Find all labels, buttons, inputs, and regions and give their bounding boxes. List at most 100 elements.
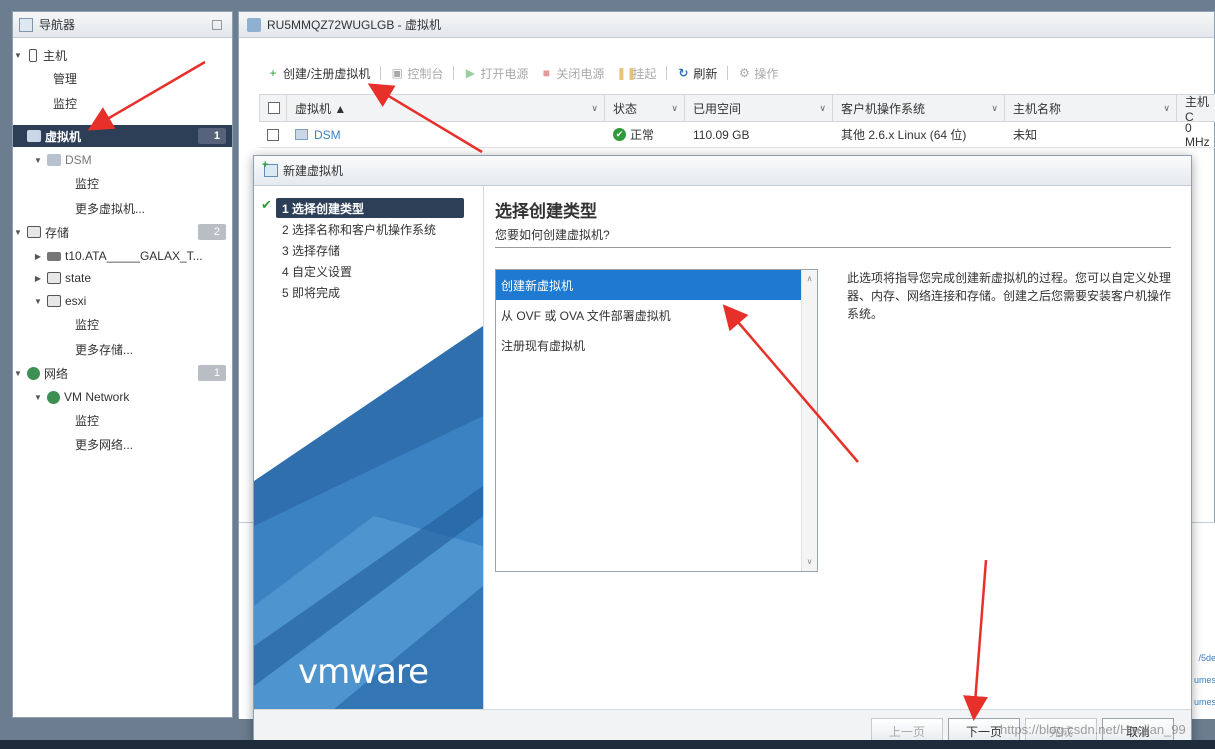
collapse-icon[interactable] <box>212 20 222 30</box>
new-vm-dialog: 新建虚拟机 ✔ 1 选择创建类型 2 选择名称和客户机操作系统 3 选择存储 4… <box>253 155 1192 749</box>
nav-item-vm-network[interactable]: ▼ VM Network <box>13 386 232 408</box>
nav-item-label: 更多网络... <box>75 437 134 452</box>
wizard-step-4[interactable]: 4 自定义设置 <box>276 261 464 281</box>
chevron-down-icon[interactable]: ∨ <box>591 103 598 114</box>
nav-item-state[interactable]: ▶ state <box>13 267 232 289</box>
storage-icon <box>27 226 41 238</box>
table-cell: 其他 2.6.x Linux (64 位) <box>833 122 1005 148</box>
toolbar-label: 关闭电源 <box>556 66 605 81</box>
chevron-down-icon[interactable]: ∨ <box>991 103 998 114</box>
nav-item-more-vms[interactable]: 更多虚拟机... <box>13 197 232 219</box>
nav-item-host[interactable]: ▼ 主机 <box>13 44 232 66</box>
wizard-content: 选择创建类型 您要如何创建虚拟机? 创建新虚拟机 从 OVF 或 OVA 文件部… <box>483 186 1191 709</box>
nav-item-more-networks[interactable]: 更多网络... <box>13 433 232 455</box>
nav-item-dsm-monitor[interactable]: 监控 <box>13 172 232 194</box>
nav-item-label: t10.ATA_____GALAX_T... <box>65 249 203 263</box>
wizard-step-2[interactable]: 2 选择名称和客户机操作系统 <box>276 219 464 239</box>
column-label: 主机 C <box>1185 94 1210 124</box>
nav-item-esxi[interactable]: ▼ esxi <box>13 290 232 312</box>
power-on-button[interactable]: ▶ 打开电源 <box>458 65 534 82</box>
table-cell: 0 MHz <box>1177 122 1215 148</box>
nav-item-label: 更多存储... <box>75 342 134 357</box>
used-space: 110.09 GB <box>693 127 750 142</box>
nav-item-host-manage[interactable]: 管理 <box>13 67 232 89</box>
table-cell: 110.09 GB <box>685 122 833 148</box>
nav-item-label: 监控 <box>53 96 78 111</box>
expand-arrow-icon[interactable]: ▼ <box>33 156 43 165</box>
step-label: 3 选择存储 <box>282 243 341 258</box>
power-off-button[interactable]: ■ 关闭电源 <box>534 65 610 82</box>
expand-arrow-icon[interactable]: ▼ <box>13 369 23 378</box>
option-register-existing[interactable]: 注册现有虚拟机 <box>496 330 801 360</box>
row-checkbox-cell <box>259 122 287 148</box>
column-header[interactable]: 客户机操作系统 ∨ <box>833 94 1005 122</box>
nav-item-label: 虚拟机 <box>45 129 82 144</box>
chevron-down-icon[interactable]: ∨ <box>819 103 826 114</box>
toolbar-label: 操作 <box>754 66 779 81</box>
option-label: 从 OVF 或 OVA 文件部署虚拟机 <box>501 308 671 323</box>
nav-item-label: 更多虚拟机... <box>75 201 146 216</box>
hostname: 未知 <box>1013 128 1038 142</box>
status-text: 正常 <box>630 128 655 142</box>
table-cell: DSM <box>287 122 605 148</box>
nav-item-label: state <box>65 271 92 285</box>
gear-icon: ⚙ <box>739 66 750 80</box>
page-title: RU5MMQZ72WUGLGB - 虚拟机 <box>267 18 442 32</box>
console-button[interactable]: ▣ 控制台 <box>385 65 449 82</box>
scroll-up-icon[interactable]: ∧ <box>802 272 817 286</box>
list-scrollbar[interactable]: ∧ ∨ <box>801 270 817 571</box>
option-create-new-vm[interactable]: 创建新虚拟机 <box>496 270 801 300</box>
column-header[interactable]: 状态 ∨ <box>605 94 685 122</box>
expand-arrow-icon[interactable]: ▶ <box>33 274 43 283</box>
wizard-step-3[interactable]: 3 选择存储 <box>276 240 464 260</box>
navigator-header: 导航器 <box>13 12 232 38</box>
nav-item-vms[interactable]: 虚拟机 1 <box>13 125 232 147</box>
nav-item-dsm[interactable]: ▼ DSM <box>13 149 232 171</box>
suspend-button[interactable]: ❚❚ 挂起 <box>610 65 662 82</box>
chevron-down-icon[interactable]: ∨ <box>671 103 678 114</box>
toolbar-label: 控制台 <box>407 66 444 81</box>
column-header[interactable]: 已用空间 ∨ <box>685 94 833 122</box>
column-header[interactable]: 虚拟机 ▲ ∨ <box>287 94 605 122</box>
option-description: 此选项将指导您完成创建新虚拟机的过程。您可以自定义处理器、内存、网络连接和存储。… <box>847 271 1172 321</box>
count-badge: 1 <box>198 365 226 381</box>
option-deploy-ovf[interactable]: 从 OVF 或 OVA 文件部署虚拟机 <box>496 300 801 330</box>
wizard-step-1[interactable]: 1 选择创建类型 <box>276 198 464 218</box>
nav-item-more-storage[interactable]: 更多存储... <box>13 338 232 360</box>
expand-arrow-icon[interactable]: ▶ <box>33 252 43 261</box>
create-register-vm-button[interactable]: + 创建/注册虚拟机 <box>261 65 376 82</box>
creation-type-list[interactable]: 创建新虚拟机 从 OVF 或 OVA 文件部署虚拟机 注册现有虚拟机 ∧ ∨ <box>495 269 818 572</box>
toolbar-label: 创建/注册虚拟机 <box>283 66 371 81</box>
scroll-down-icon[interactable]: ∨ <box>802 555 817 569</box>
wizard-step-5[interactable]: 5 即将完成 <box>276 282 464 302</box>
nav-item-network-monitor[interactable]: 监控 <box>13 409 232 431</box>
datastore-icon <box>47 272 61 284</box>
toolbar-label: 刷新 <box>693 66 718 81</box>
nav-item-label: 监控 <box>75 317 100 332</box>
watermark-text: https://blog.csdn.net/Haojian_99 <box>1000 722 1186 737</box>
vm-name-link[interactable]: DSM <box>314 128 341 142</box>
expand-arrow-icon[interactable]: ▼ <box>33 393 43 402</box>
nav-item-label: 存储 <box>45 225 70 240</box>
chevron-down-icon[interactable]: ∨ <box>1163 103 1170 114</box>
expand-arrow-icon[interactable]: ▼ <box>13 51 23 60</box>
expand-arrow-icon[interactable]: ▼ <box>13 228 23 237</box>
nav-item-esxi-monitor[interactable]: 监控 <box>13 313 232 335</box>
column-header[interactable]: 主机 C <box>1177 94 1215 124</box>
expand-arrow-icon[interactable]: ▼ <box>33 297 43 306</box>
column-header[interactable]: 主机名称 ∨ <box>1005 94 1177 122</box>
actions-button[interactable]: ⚙ 操作 <box>732 65 784 82</box>
nav-item-disk[interactable]: ▶ t10.ATA_____GALAX_T... <box>13 245 232 267</box>
nav-item-host-monitor[interactable]: 监控 <box>13 92 232 114</box>
select-all-checkbox[interactable] <box>268 102 280 114</box>
toolbar-separator <box>666 66 668 80</box>
row-checkbox[interactable] <box>267 128 279 141</box>
navigator-panel: 导航器 ▼ 主机 管理 监控 虚拟机 1 ▼ DSM 监控 更多虚拟机... ▼… <box>12 11 233 718</box>
nav-item-storage[interactable]: ▼ 存储 2 <box>13 221 232 243</box>
host-cpu: 0 MHz <box>1185 122 1210 148</box>
task-snippet: umes <box>1193 675 1215 685</box>
nav-item-network[interactable]: ▼ 网络 1 <box>13 362 232 384</box>
nav-item-label: 主机 <box>43 48 68 63</box>
refresh-icon: ↻ <box>678 66 689 80</box>
refresh-button[interactable]: ↻ 刷新 <box>671 65 723 82</box>
